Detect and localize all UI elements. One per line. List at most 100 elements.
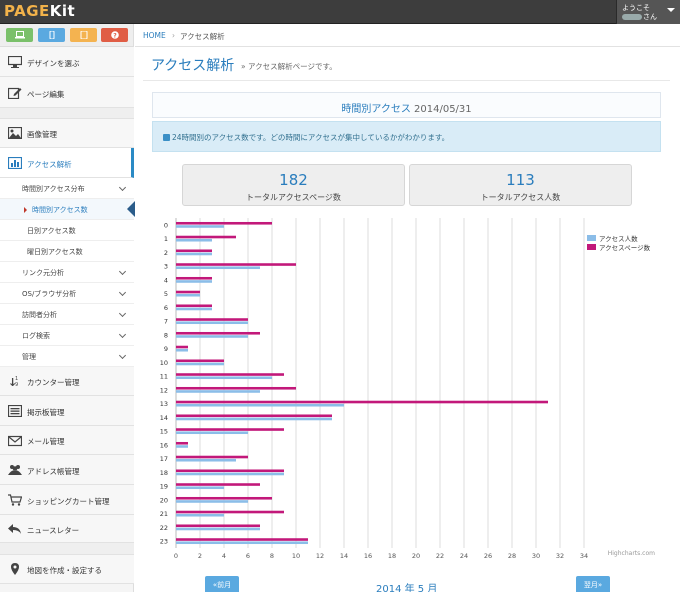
chevron-down-icon (118, 351, 127, 360)
legend-swatch-pageviews (587, 244, 596, 250)
hourly-access-chart: 01234567891011121314151617181920212223 0… (160, 218, 655, 560)
breadcrumb-current: アクセス解析 (180, 32, 225, 41)
bar-visitors (176, 390, 260, 393)
sidebar-item-newsletter[interactable]: ニュースレター (0, 515, 134, 543)
sidebar-item-design[interactable]: デザインを選ぶ (0, 47, 134, 77)
bar-visitors (176, 541, 308, 545)
bar-visitors (176, 500, 248, 503)
subnav-os-browser[interactable]: OS/ブラウザ分析 (0, 283, 134, 304)
x-tick-label: 4 (222, 552, 226, 560)
y-tick-label: 14 (160, 414, 168, 422)
help-button[interactable]: ? (101, 28, 128, 42)
y-tick-label: 4 (164, 276, 168, 284)
subnav-label: 管理 (22, 353, 36, 361)
logo[interactable]: PAGEKit (4, 2, 75, 20)
sidebar-item-map[interactable]: 地図を作成・設定する (0, 555, 134, 584)
mobile-button[interactable] (38, 28, 65, 42)
subnav-admin[interactable]: 管理 (0, 346, 134, 367)
x-tick-label: 12 (316, 552, 324, 560)
chart-legend[interactable]: アクセス人数 アクセスページ数 (587, 234, 651, 252)
y-tick-label: 5 (164, 290, 168, 298)
bar-pageviews (176, 318, 248, 321)
blurred-username (622, 14, 642, 20)
breadcrumb-home-link[interactable]: HOME (143, 31, 166, 40)
bar-pageviews (176, 221, 272, 225)
x-tick-label: 28 (508, 552, 516, 560)
tablet-button[interactable] (70, 28, 97, 42)
legend-swatch-visitors (587, 235, 596, 241)
subnav-daily-access[interactable]: 日別アクセス数 (0, 220, 134, 241)
subnav-label: OS/ブラウザ分析 (22, 290, 77, 298)
x-tick-label: 8 (270, 552, 274, 560)
sidebar-item-counter[interactable]: ↓ 1 9 カウンター管理 (0, 367, 134, 396)
edit-icon (8, 87, 22, 99)
bar-pageviews (176, 510, 284, 514)
bar-pageviews (176, 538, 308, 541)
x-tick-label: 34 (580, 552, 588, 560)
sidebar-item-page-edit[interactable]: ページ編集 (0, 77, 134, 108)
bar-pageviews (176, 524, 260, 528)
subnav-weekday-access[interactable]: 曜日別アクセス数 (0, 241, 134, 262)
y-tick-label: 0 (164, 221, 168, 229)
bar-pageviews (176, 359, 224, 363)
next-month-button[interactable]: 翌月» (576, 576, 610, 592)
map-pin-icon (11, 563, 19, 575)
page-subtitle: » アクセス解析ページです。 (241, 62, 337, 71)
tablet-icon (80, 31, 88, 39)
bar-pageviews (176, 331, 260, 335)
laptop-icon (15, 31, 25, 39)
chart-y-labels: 01234567891011121314151617181920212223 (160, 221, 168, 545)
bar-visitors (176, 376, 272, 380)
chevron-down-icon (118, 183, 127, 192)
stat-total-pages: 182 トータルアクセスページ数 (182, 164, 405, 206)
y-tick-label: 3 (164, 263, 168, 271)
page-title: アクセス解析 (151, 58, 235, 74)
chevron-down-icon[interactable] (667, 8, 675, 12)
chart-credit[interactable]: Highcharts.com (608, 550, 655, 557)
breadcrumb-separator: › (172, 31, 175, 40)
x-tick-label: 32 (556, 552, 564, 560)
prev-month-button[interactable]: «前月 (205, 576, 239, 592)
x-tick-label: 20 (412, 552, 420, 560)
info-alert: 24時間別のアクセス数です。どの時間にアクセスが集中しているかがわかります。 (152, 121, 661, 152)
sidebar-item-analytics[interactable]: アクセス解析 (0, 148, 134, 178)
chevron-down-icon (118, 309, 127, 318)
sidebar-item-label: ニュースレター (27, 526, 80, 535)
laptop-button[interactable] (6, 28, 33, 42)
sidebar-item-address-book[interactable]: アドレス帳管理 (0, 455, 134, 485)
x-tick-label: 22 (436, 552, 444, 560)
sidebar-item-label: アドレス帳管理 (27, 467, 80, 476)
bar-chart-icon (8, 157, 22, 169)
cart-icon (8, 494, 22, 506)
y-tick-label: 17 (160, 455, 168, 463)
bar-pageviews (176, 428, 284, 431)
y-tick-label: 16 (160, 441, 168, 449)
y-tick-label: 15 (160, 428, 168, 436)
chart-bars (176, 221, 548, 545)
reply-icon (8, 524, 21, 534)
x-tick-label: 16 (364, 552, 372, 560)
y-tick-label: 1 (164, 235, 168, 243)
subnav-log-search[interactable]: ログ検索 (0, 325, 134, 346)
bar-pageviews (176, 386, 296, 390)
sidebar-item-board[interactable]: 掲示板管理 (0, 396, 134, 426)
y-tick-label: 10 (160, 359, 168, 367)
subnav-label: 時間別アクセス数 (32, 206, 88, 214)
subnav-hourly-distribution[interactable]: 時間別アクセス分布 (0, 178, 134, 199)
bar-pageviews (176, 483, 260, 486)
bar-pageviews (176, 345, 188, 349)
sidebar-item-label: ページ編集 (27, 90, 65, 99)
bar-pageviews (176, 235, 236, 239)
subnav-hourly-access[interactable]: 時間別アクセス数 (0, 199, 135, 220)
sidebar-item-mail[interactable]: メール管理 (0, 426, 134, 455)
user-menu[interactable]: ようこそ さん (616, 0, 680, 24)
bar-visitors (176, 252, 212, 256)
chart-date: 2014/05/31 (414, 104, 472, 115)
sidebar-item-cart[interactable]: ショッピングカート管理 (0, 485, 134, 515)
bar-visitors (176, 458, 236, 462)
subnav-referrer[interactable]: リンク元分析 (0, 262, 134, 283)
x-tick-label: 10 (292, 552, 300, 560)
x-tick-label: 2 (198, 552, 202, 560)
subnav-visitors[interactable]: 訪問者分析 (0, 304, 134, 325)
sidebar-item-images[interactable]: 画像管理 (0, 119, 134, 148)
